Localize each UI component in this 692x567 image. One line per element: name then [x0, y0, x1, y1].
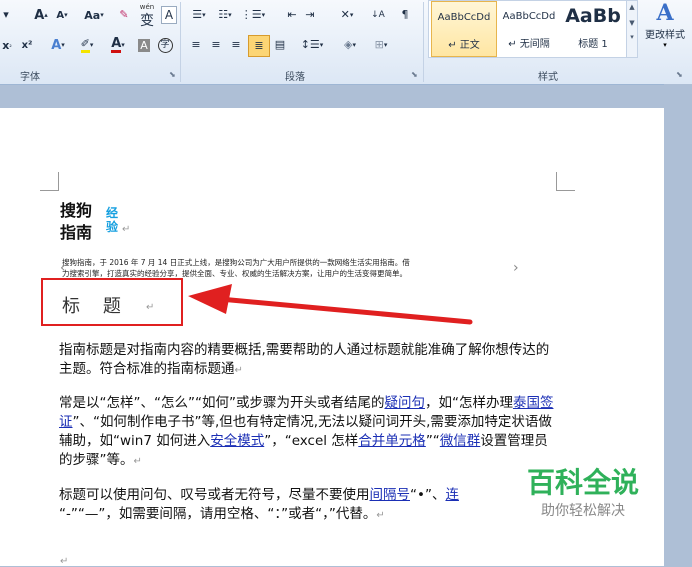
sogou-logo: 搜狗 指南: [60, 200, 92, 244]
paragraph-dialog-launcher-icon[interactable]: ⬊: [411, 70, 418, 79]
bracket-left-icon: ‹: [60, 260, 66, 276]
char-shading-button[interactable]: A: [136, 36, 152, 54]
char-border-button[interactable]: A: [161, 6, 177, 24]
document-page[interactable]: 搜狗 指南 经验 ↵ 搜狗指南，于 2016 年 7 月 14 日正式上线，是搜…: [0, 108, 664, 567]
change-styles-label: 更改样式: [645, 30, 685, 41]
styles-dialog-launcher-icon[interactable]: ⬊: [676, 70, 683, 79]
grow-font-button[interactable]: A ▴: [32, 6, 50, 24]
clear-format-icon[interactable]: ✎: [114, 6, 134, 24]
crop-mark: [40, 172, 59, 191]
logo-line: 指南: [60, 223, 93, 242]
borders-button[interactable]: ⊞ ▾: [368, 36, 394, 54]
arrow-icon: [188, 284, 473, 325]
font-group-label: 字体: [20, 72, 40, 83]
document-heading: 标 题: [62, 296, 121, 317]
line-spacing-button[interactable]: ↕☰ ▾: [300, 36, 324, 54]
change-case-button[interactable]: Aa ▾: [80, 6, 108, 24]
paragraph-mark: ↵: [376, 510, 385, 521]
link-merge-cells[interactable]: 合并单元格: [358, 433, 426, 449]
multilevel-list-button[interactable]: ⋮☰ ▾: [240, 6, 266, 24]
styles-gallery: AaBbCcDd ↵ 正文 AaBbCcDd ↵ 无间隔 AaBb 标题 1: [428, 0, 628, 58]
styles-scroller[interactable]: ▲ ▼ ▾: [626, 0, 638, 58]
sort-icon[interactable]: ↓A: [368, 6, 388, 24]
align-right-icon[interactable]: ≡: [228, 36, 244, 54]
link-interpunct[interactable]: 间隔号: [370, 487, 411, 503]
style-name: ↵ 正文: [448, 40, 480, 51]
group-separator: [180, 2, 181, 82]
link-wechat-group[interactable]: 微信群: [440, 433, 481, 449]
show-marks-icon[interactable]: ¶: [398, 6, 412, 24]
font-dialog-launcher-icon[interactable]: ⬊: [169, 70, 176, 79]
paragraph-text: 指南标题是对指南内容的精要概括,需要帮助的人通过标题就能准确了解你想传达的主题。…: [59, 342, 550, 377]
bracket-right-icon: ›: [513, 260, 519, 276]
justify-icon[interactable]: ≣: [248, 35, 270, 57]
subscript-button[interactable]: x₂: [0, 36, 14, 54]
superscript-button[interactable]: x²: [18, 36, 36, 54]
intro-text: 搜狗指南，于 2016 年 7 月 14 日正式上线，是搜狗公司为广大用户所提供…: [62, 257, 532, 279]
phonetic-guide-button[interactable]: wén 变: [136, 3, 158, 29]
text-effect-button[interactable]: A ▾: [46, 36, 70, 54]
bullets-button[interactable]: ☰ ▾: [188, 6, 210, 24]
paragraph-group-label: 段落: [285, 72, 305, 83]
shading-button[interactable]: ◈ ▾: [336, 36, 364, 54]
distributed-icon[interactable]: ▤: [272, 36, 288, 54]
style-sample: AaBbCcDd: [502, 11, 556, 22]
ribbon: ▾ A ▴ A ▾ Aa ▾ ✎ wén 变 A x₂ x² A ▾ ✐ ▾ A ▾ A 字 …: [0, 0, 692, 85]
align-left-icon[interactable]: ≡: [188, 36, 204, 54]
style-name: 标题 1: [578, 39, 608, 50]
style-heading-1[interactable]: AaBb 标题 1: [561, 1, 625, 55]
intro-line: 搜狗指南，于 2016 年 7 月 14 日正式上线，是搜狗公司为广大用户所提供…: [62, 258, 410, 267]
enclose-char-button[interactable]: 字: [156, 36, 174, 54]
logo-line: 搜狗: [60, 201, 93, 220]
link-safe-mode[interactable]: 安全模式: [210, 433, 264, 449]
paragraph-2: 常是以“怎样”、“怎么”“如何”或步骤为开头或者结尾的疑问句，如“怎样办理泰国签…: [59, 394, 559, 471]
paragraph-mark: ↵: [60, 556, 69, 567]
workspace-background: [664, 84, 692, 566]
more-styles-icon[interactable]: ▾: [627, 33, 637, 41]
style-normal[interactable]: AaBbCcDd ↵ 正文: [431, 1, 497, 57]
numbering-button[interactable]: ☷ ▾: [214, 6, 236, 24]
paragraph-mark: ↵: [146, 302, 155, 313]
change-styles-icon: A: [656, 0, 674, 26]
paragraph-mark: ↵: [234, 365, 243, 376]
watermark-subtitle: 助你轻松解决: [541, 503, 625, 519]
scroll-down-icon[interactable]: ▼: [627, 19, 637, 27]
paragraph-text: “-”“—”，如需要间隔，请用空格、“：”或者“，”代替。: [59, 506, 377, 522]
watermark: 百科全说 助你轻松解决: [508, 454, 658, 536]
paragraph-mark: ↵: [122, 224, 131, 235]
chinese-layout-button[interactable]: ✕ ▾: [334, 6, 360, 24]
paragraph-text: 常是以“怎样”、“怎么”“如何”或步骤为开头或者结尾的: [59, 395, 385, 411]
styles-group-label: 样式: [538, 72, 558, 83]
logo-accent: 经验: [106, 206, 119, 234]
paragraph-text: ”，“excel 怎样: [264, 433, 359, 449]
link-dash[interactable]: 连: [445, 487, 459, 503]
shrink-font-button[interactable]: A ▾: [54, 6, 70, 24]
align-center-icon[interactable]: ≡: [208, 36, 224, 54]
paragraph-3: 标题可以使用问句、叹号或者无符号，尽量不要使用间隔号“•”、连 “-”“—”，如需…: [59, 486, 499, 525]
font-color-button[interactable]: A ▾: [106, 36, 130, 54]
paragraph-text: “•”、: [410, 487, 446, 503]
style-sample: AaBb: [565, 5, 621, 27]
paragraph-text: ，如“怎样办理: [424, 395, 513, 411]
watermark-title: 百科全说: [526, 466, 639, 499]
change-styles-button[interactable]: A 更改样式 ▾: [640, 0, 690, 60]
paragraph-mark: ↵: [133, 456, 142, 467]
link-question-sentence[interactable]: 疑问句: [384, 395, 425, 411]
style-name: ↵ 无间隔: [508, 39, 550, 50]
style-sample: AaBbCcDd: [437, 12, 491, 23]
scroll-up-icon[interactable]: ▲: [627, 3, 637, 11]
chevron-down-icon: ▾: [663, 41, 667, 49]
paragraph-text: ”“: [425, 433, 440, 449]
highlight-button[interactable]: ✐ ▾: [74, 36, 100, 54]
paragraph-text: 标题可以使用问句、叹号或者无符号，尽量不要使用: [59, 487, 370, 503]
increase-indent-icon[interactable]: ⇥: [302, 6, 318, 24]
decrease-indent-icon[interactable]: ⇤: [284, 6, 300, 24]
style-no-spacing[interactable]: AaBbCcDd ↵ 无间隔: [497, 1, 561, 55]
crop-mark: [556, 172, 575, 191]
font-size-dropdown-icon[interactable]: ▾: [0, 6, 12, 24]
group-separator: [423, 2, 424, 82]
paragraph-1: 指南标题是对指南内容的精要概括,需要帮助的人通过标题就能准确了解你想传达的主题。…: [59, 341, 559, 380]
